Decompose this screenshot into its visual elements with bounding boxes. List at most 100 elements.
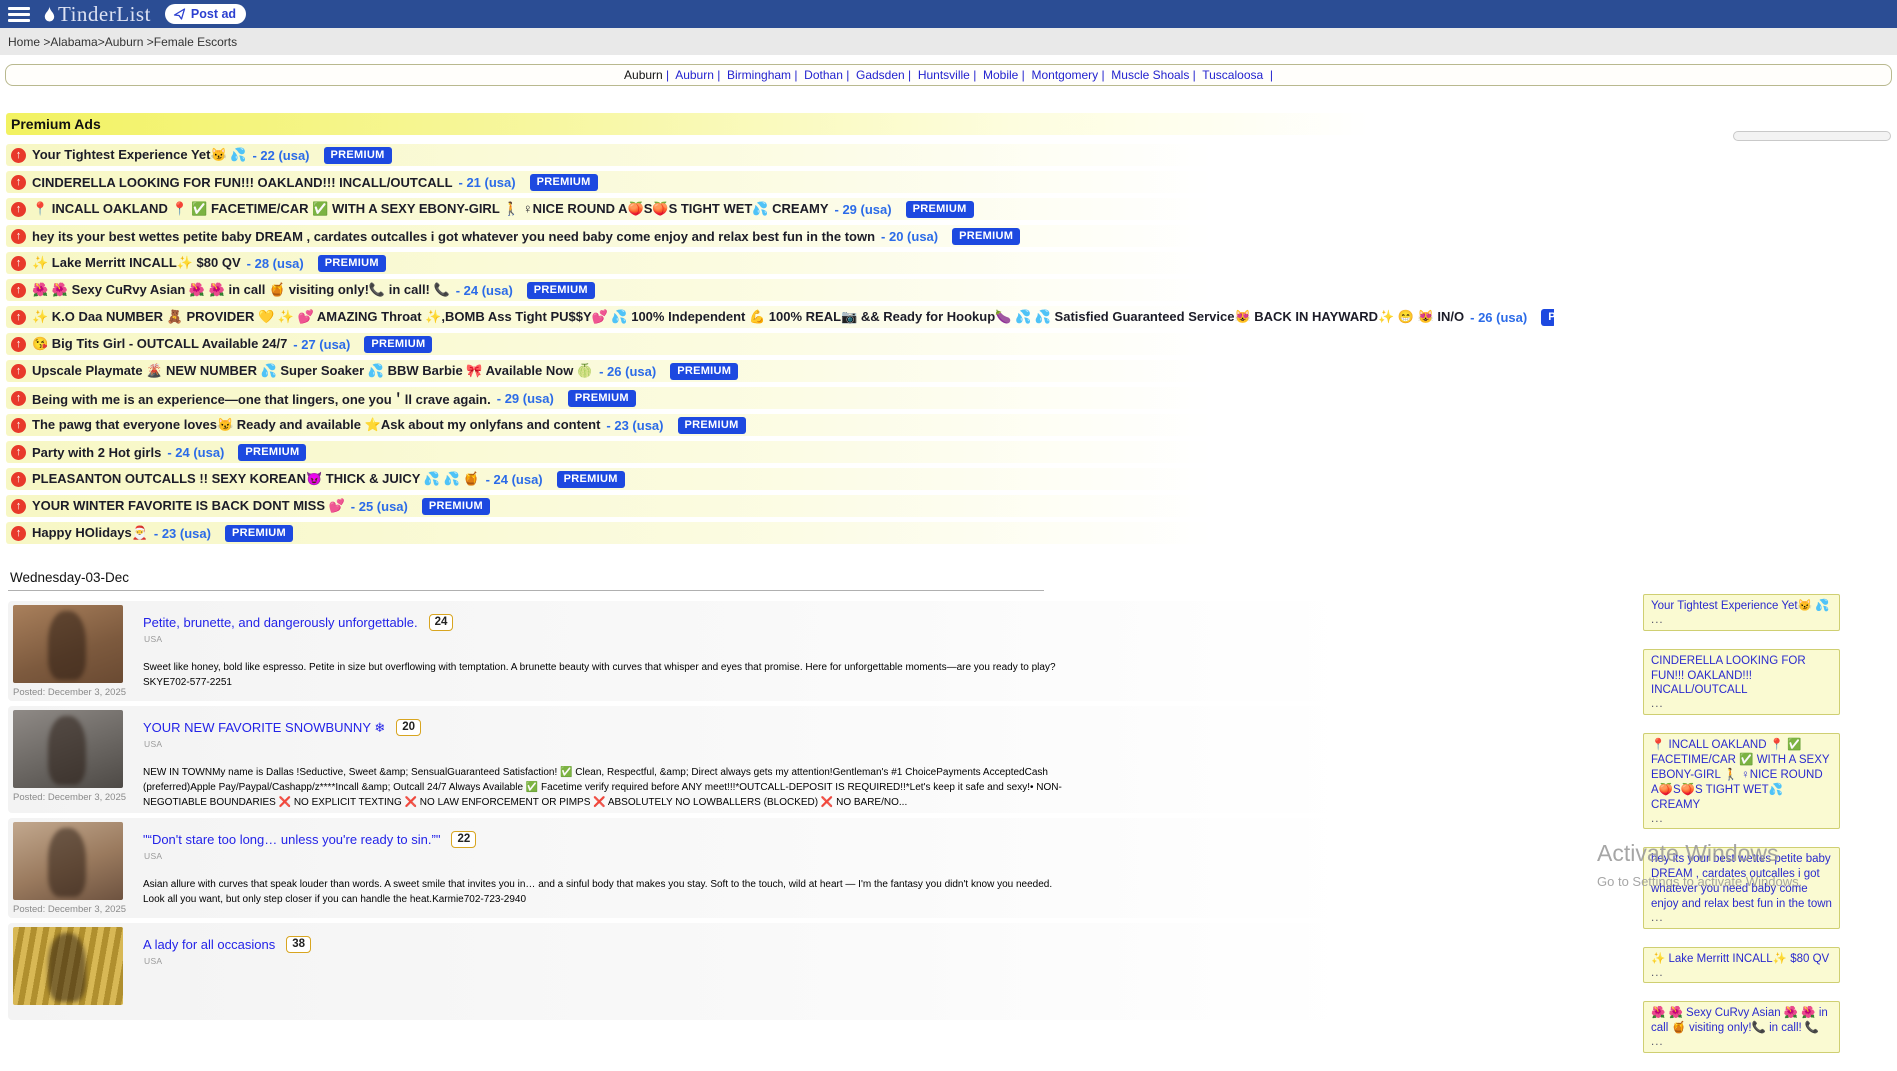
listing-thumb-column: Posted: December 3, 2025 — [13, 605, 125, 698]
premium-ad-age: - 26 (usa) — [1470, 310, 1527, 325]
paper-plane-icon — [173, 8, 186, 20]
city-link-mobile[interactable]: Mobile — [983, 68, 1018, 82]
city-link-montgomery[interactable]: Montgomery — [1031, 68, 1098, 82]
breadcrumb[interactable]: Home >Alabama>Auburn >Female Escorts — [0, 28, 1897, 55]
premium-ad-row: ↑ Upscale Playmate 🌋 NEW NUMBER 💦 Super … — [6, 360, 1554, 382]
boost-arrow-icon: ↑ — [11, 283, 26, 298]
premium-ad-age: - 20 (usa) — [881, 229, 938, 244]
listing-posted-date: Posted: December 3, 2025 — [13, 904, 125, 915]
premium-ad-link[interactable]: YOUR WINTER FAVORITE IS BACK DONT MISS 💕 — [32, 498, 345, 514]
city-current: Auburn — [624, 68, 663, 82]
premium-ad-link[interactable]: Happy HOlidays🎅 — [32, 525, 148, 541]
sidebar-premium-link[interactable]: CINDERELLA LOOKING FOR FUN!!! OAKLAND!!!… — [1651, 654, 1832, 699]
city-separator: | — [1018, 68, 1031, 82]
sidebar-more-ellipsis: ... — [1651, 813, 1832, 826]
premium-ad-link[interactable]: ✨ K.O Daa NUMBER 🧸 PROVIDER 💛 ✨ 💕 AMAZIN… — [32, 309, 1464, 325]
premium-badge: PREMIUM — [422, 498, 490, 515]
listing-title-link[interactable]: YOUR NEW FAVORITE SNOWBUNNY ❄ — [143, 720, 385, 736]
sidebar-premium-box: CINDERELLA LOOKING FOR FUN!!! OAKLAND!!!… — [1643, 649, 1840, 715]
premium-ad-row: ↑ ✨ K.O Daa NUMBER 🧸 PROVIDER 💛 ✨ 💕 AMAZ… — [6, 306, 1554, 328]
post-ad-button[interactable]: Post ad — [165, 4, 246, 24]
city-separator: | — [1098, 68, 1111, 82]
premium-ads-header: Premium Ads — [6, 113, 1554, 135]
premium-ad-link[interactable]: Your Tightest Experience Yet😼 💦 — [32, 147, 246, 163]
boost-arrow-icon: ↑ — [11, 445, 26, 460]
listing-thumbnail[interactable] — [13, 710, 123, 788]
city-link-birmingham[interactable]: Birmingham — [727, 68, 791, 82]
city-links-box: Auburn | Auburn | Birmingham | Dothan | … — [5, 64, 1892, 86]
premium-ad-link[interactable]: CINDERELLA LOOKING FOR FUN!!! OAKLAND!!!… — [32, 175, 453, 190]
city-link-gadsden[interactable]: Gadsden — [856, 68, 905, 82]
listing-title-link[interactable]: A lady for all occasions — [143, 937, 275, 952]
brand-logo[interactable]: TinderList — [42, 2, 151, 27]
sidebar-premium-link[interactable]: hey its your best wettes petite baby DRE… — [1651, 852, 1832, 912]
listing-body: A lady for all occasions 38 USA — [143, 927, 311, 1017]
premium-ad-row: ↑ Party with 2 Hot girls - 24 (usa) PREM… — [6, 441, 1554, 463]
premium-badge: PREMIUM — [318, 255, 386, 272]
listing-age-badge: 22 — [451, 831, 476, 848]
city-separator: | — [843, 68, 856, 82]
premium-badge: PREMIUM — [530, 174, 598, 191]
premium-ad-link[interactable]: 😘 Big Tits Girl - OUTCALL Available 24/7 — [32, 336, 287, 352]
listing-row: Posted: December 3, 2025 Petite, brunett… — [8, 601, 1353, 701]
listing-thumbnail[interactable] — [13, 605, 123, 683]
premium-ad-age: - 23 (usa) — [154, 526, 211, 541]
sidebar-premium-link[interactable]: ✨ Lake Merritt INCALL✨ $80 QV — [1651, 952, 1832, 967]
premium-badge: PREMIUM — [238, 444, 306, 461]
sidebar-premium-link[interactable]: 📍 INCALL OAKLAND 📍 ✅ FACETIME/CAR ✅ WITH… — [1651, 738, 1832, 813]
boost-arrow-icon: ↑ — [11, 391, 26, 406]
premium-badge: PREMIUM — [568, 390, 636, 407]
sidebar-premium-link[interactable]: Your Tightest Experience Yet😼 💦 — [1651, 599, 1832, 614]
premium-ad-age: - 29 (usa) — [497, 391, 554, 406]
premium-ad-link[interactable]: 🌺 🌺 Sexy CuRvy Asian 🌺 🌺 in call 🍯 visit… — [32, 282, 450, 298]
listing-thumbnail[interactable] — [13, 927, 123, 1005]
city-separator: | — [714, 68, 727, 82]
listing-title-link[interactable]: "“Don't stare too long… unless you're re… — [143, 832, 440, 847]
premium-ad-row: ↑ The pawg that everyone loves😼 Ready an… — [6, 414, 1554, 436]
premium-ad-link[interactable]: 📍 INCALL OAKLAND 📍 ✅ FACETIME/CAR ✅ WITH… — [32, 201, 829, 217]
boost-arrow-icon: ↑ — [11, 202, 26, 217]
premium-ad-link[interactable]: hey its your best wettes petite baby DRE… — [32, 229, 875, 244]
city-link-dothan[interactable]: Dothan — [804, 68, 843, 82]
sidebar-more-ellipsis: ... — [1651, 1036, 1832, 1049]
city-link-muscle-shoals[interactable]: Muscle Shoals — [1111, 68, 1189, 82]
listing-age-badge: 24 — [429, 614, 454, 631]
premium-ad-link[interactable]: The pawg that everyone loves😼 Ready and … — [32, 417, 600, 433]
boost-arrow-icon: ↑ — [11, 499, 26, 514]
premium-badge: PREMIUM — [364, 336, 432, 353]
premium-ad-link[interactable]: PLEASANTON OUTCALLS !! SEXY KOREAN😈 THIC… — [32, 471, 480, 487]
premium-ad-link[interactable]: Upscale Playmate 🌋 NEW NUMBER 💦 Super So… — [32, 363, 593, 379]
city-link-huntsville[interactable]: Huntsville — [918, 68, 970, 82]
post-ad-label: Post ad — [191, 7, 236, 21]
listing-title-link[interactable]: Petite, brunette, and dangerously unforg… — [143, 615, 418, 630]
premium-ad-row: ↑ CINDERELLA LOOKING FOR FUN!!! OAKLAND!… — [6, 171, 1554, 193]
listings-list: Posted: December 3, 2025 Petite, brunett… — [8, 601, 1897, 1020]
premium-badge: PREMIUM — [324, 147, 392, 164]
sidebar-premium-link[interactable]: 🌺 🌺 Sexy CuRvy Asian 🌺 🌺 in call 🍯 visit… — [1651, 1006, 1832, 1036]
premium-ad-link[interactable]: ✨ Lake Merritt INCALL✨ $80 QV — [32, 255, 241, 271]
premium-ad-age: - 27 (usa) — [293, 337, 350, 352]
boost-arrow-icon: ↑ — [11, 418, 26, 433]
premium-ad-link[interactable]: Being with me is an experience—one that … — [32, 389, 491, 408]
date-header: Wednesday-03-Dec — [10, 570, 1897, 585]
premium-badge: PREMIUM — [1541, 309, 1554, 326]
city-link-auburn[interactable]: Auburn — [675, 68, 714, 82]
boost-arrow-icon: ↑ — [11, 364, 26, 379]
listing-thumbnail[interactable] — [13, 822, 123, 900]
premium-ad-age: - 22 (usa) — [252, 148, 309, 163]
premium-ad-link[interactable]: Party with 2 Hot girls — [32, 445, 161, 460]
premium-sidebar: Your Tightest Experience Yet😼 💦 ... CIND… — [1643, 594, 1840, 1071]
city-separator: | — [1263, 68, 1273, 82]
listing-age-badge: 20 — [396, 719, 421, 736]
menu-icon[interactable] — [8, 7, 30, 22]
listing-country: USA — [144, 851, 1063, 861]
premium-badge: PREMIUM — [952, 228, 1020, 245]
listing-row: A lady for all occasions 38 USA — [8, 923, 1353, 1020]
sidebar-more-ellipsis: ... — [1651, 912, 1832, 925]
boost-arrow-icon: ↑ — [11, 337, 26, 352]
city-separator: | — [791, 68, 804, 82]
city-link-tuscaloosa[interactable]: Tuscaloosa — [1202, 68, 1263, 82]
premium-ad-age: - 23 (usa) — [606, 418, 663, 433]
horizontal-scrollbar[interactable] — [1733, 131, 1891, 141]
boost-arrow-icon: ↑ — [11, 229, 26, 244]
